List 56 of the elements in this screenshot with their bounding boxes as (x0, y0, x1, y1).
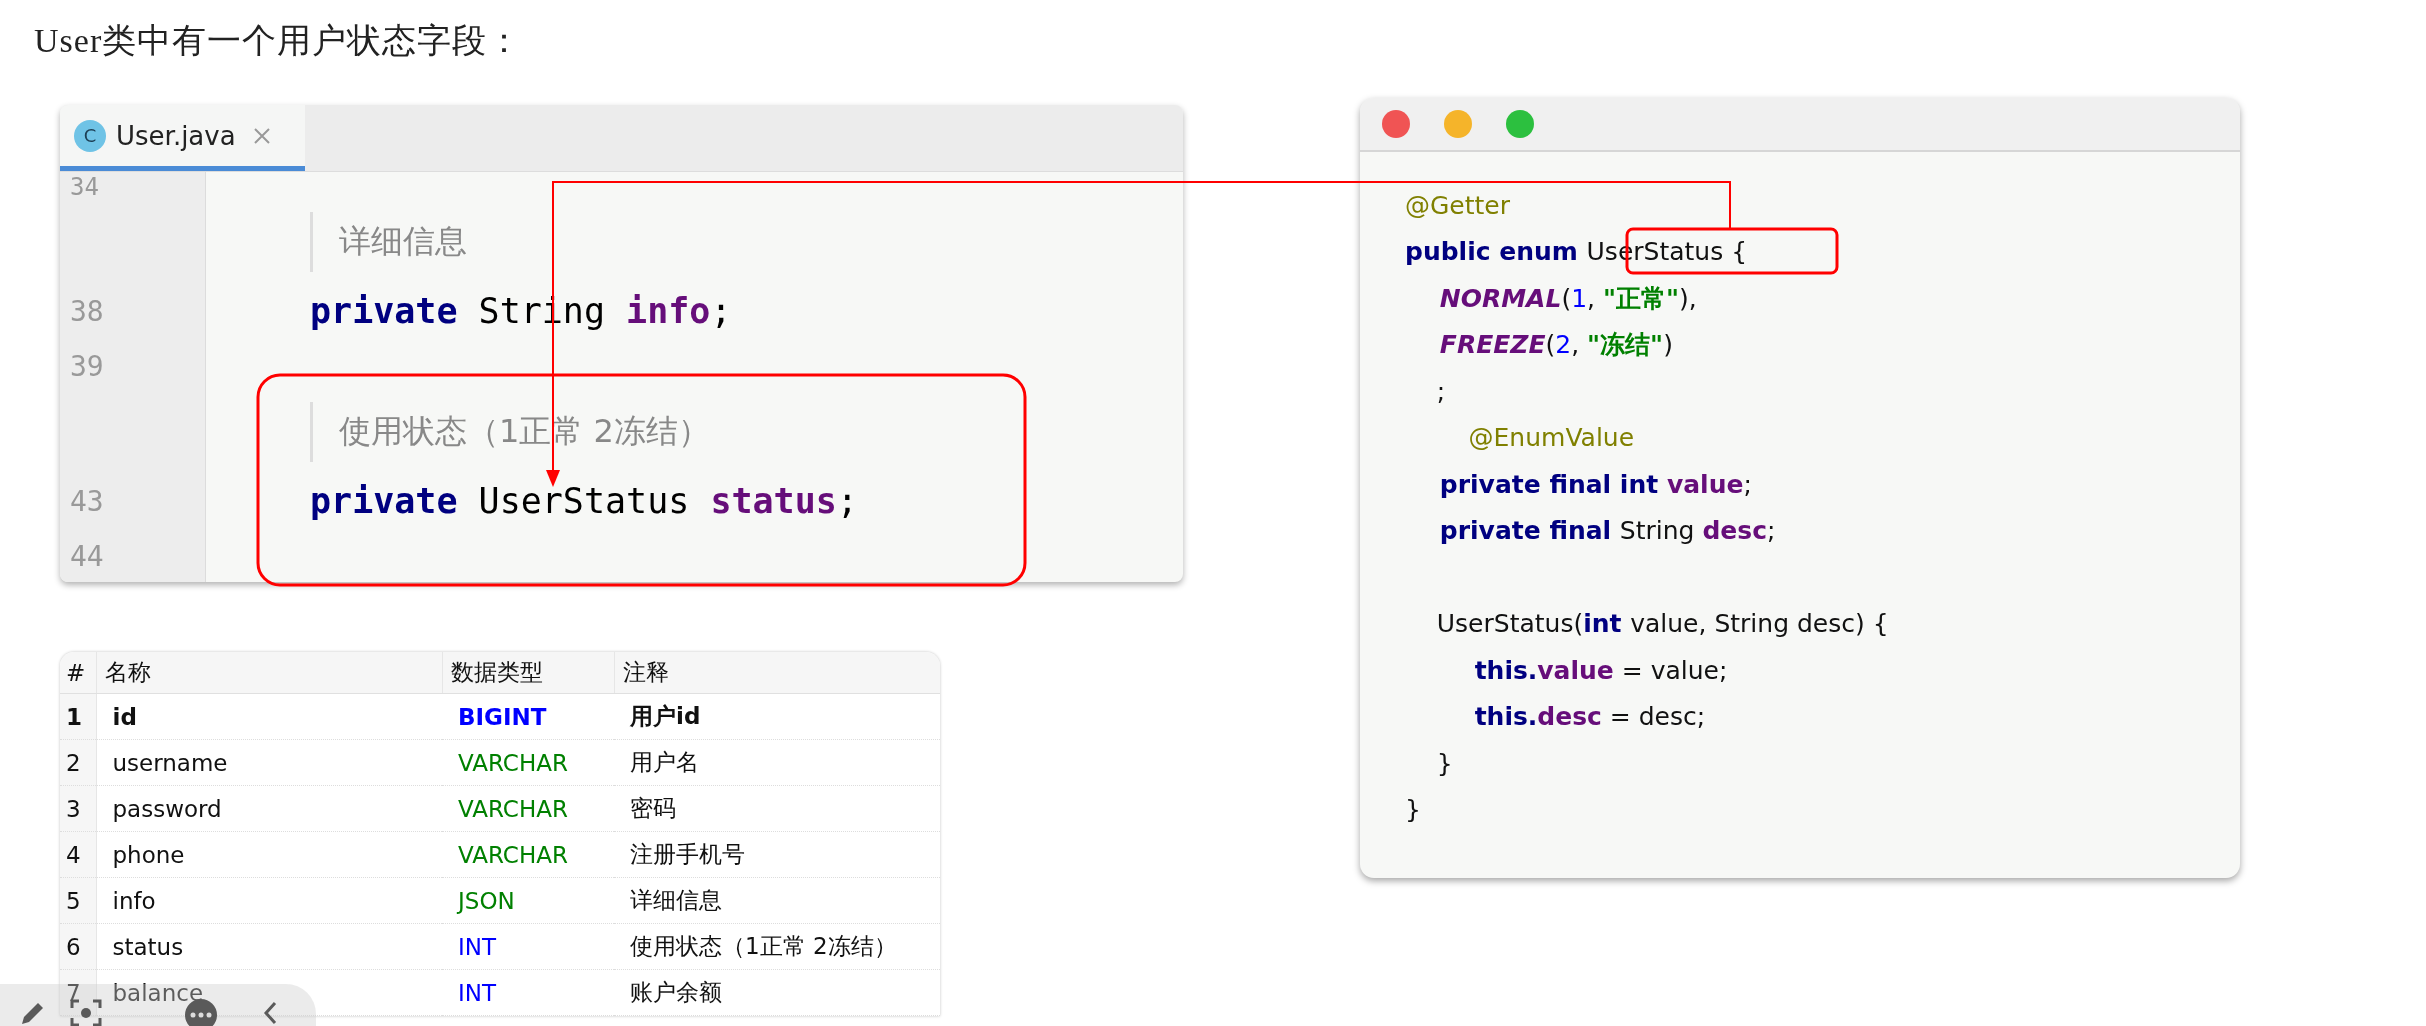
doc-comment: 使用状态（1正常 2冻结） (310, 402, 710, 462)
column-header: # (60, 652, 96, 694)
code-line: private final int value; (1438, 469, 1752, 499)
table-cell: 账户余额 (614, 969, 940, 1016)
table-cell: VARCHAR (442, 739, 614, 786)
table-cell: INT (442, 969, 614, 1016)
row-number: 5 (60, 877, 96, 924)
table-cell: VARCHAR (442, 831, 614, 878)
table-cell: JSON (442, 877, 614, 924)
table-cell: info (96, 877, 442, 924)
line-number: 43 (69, 484, 104, 518)
row-number: 4 (60, 831, 96, 878)
row-number: 7 (60, 969, 96, 1016)
table-cell: 用户名 (614, 739, 940, 786)
code-line: FREEZE(2, "冻结") (1438, 330, 1673, 360)
table-cell: username (96, 739, 442, 786)
table-cell: BIGINT (442, 693, 614, 740)
line-number: 38 (69, 294, 104, 328)
line-number: 44 (69, 539, 104, 573)
code-line: ; (1435, 376, 1446, 406)
table-cell: phone (96, 831, 442, 878)
table-cell: VARCHAR (442, 785, 614, 832)
code-line: } (1405, 795, 1421, 825)
code-line: private UserStatus status; (309, 481, 858, 521)
table-cell: 使用状态（1正常 2冻结） (614, 923, 940, 970)
doc-comment: 详细信息 (310, 212, 467, 272)
code-line: @Getter (1405, 190, 1511, 220)
code-line: } (1435, 748, 1453, 778)
line-number: 39 (69, 349, 104, 383)
row-number: 6 (60, 923, 96, 970)
table-cell: status (96, 923, 442, 970)
close-button[interactable] (1382, 110, 1410, 138)
row-number: 2 (60, 739, 96, 786)
row-number: 3 (60, 785, 96, 832)
row-number: 1 (60, 693, 96, 740)
table-cell: INT (442, 923, 614, 970)
table-cell: password (96, 785, 442, 832)
close-icon[interactable] (251, 125, 272, 146)
class-icon: C (74, 119, 106, 152)
code-line: NORMAL(1, "正常"), (1438, 283, 1697, 313)
code-line: UserStatus(int value, String desc) { (1435, 609, 1889, 639)
table-cell: id (96, 693, 442, 740)
heading-text: User类中有一个用户状态字段： (34, 21, 523, 61)
line-number: 34 (69, 173, 99, 201)
code-line: this.desc = desc; (1473, 702, 1706, 732)
code-line: this.value = value; (1473, 655, 1728, 685)
table-cell: 注册手机号 (614, 831, 940, 878)
table-cell: 用户id (614, 693, 940, 740)
table-cell: 详细信息 (614, 877, 940, 924)
file-tab[interactable]: C User.java (60, 105, 305, 171)
code-line: private final String desc; (1438, 516, 1776, 546)
column-header: 名称 (96, 652, 442, 694)
column-header: 数据类型 (442, 652, 614, 694)
table-cell: 密码 (614, 785, 940, 832)
column-header: 注释 (614, 652, 940, 694)
code-line: @EnumValue (1467, 423, 1635, 453)
